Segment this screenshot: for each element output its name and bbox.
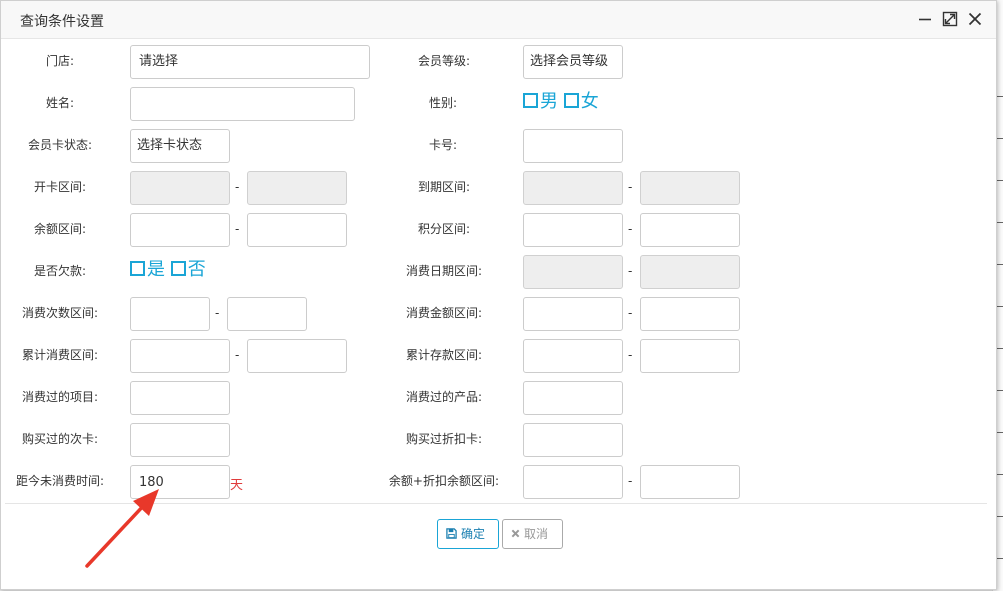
name-label: 姓名: [45, 96, 74, 110]
expire-range-dash: - [628, 180, 633, 194]
consume-date-range-label: 消费日期区间: [405, 264, 482, 278]
in-debt-options: 是 否 [130, 258, 206, 282]
dialog-titlebar[interactable]: 查询条件设置 [1, 1, 996, 39]
gender-male-checkbox[interactable]: 男 [523, 91, 558, 112]
gender-female-label: 女 [580, 91, 599, 112]
balance-discount-range-label: 余额+折扣余额区间: [388, 474, 499, 488]
consume-date-range-dash: - [628, 264, 633, 278]
close-small-icon [511, 529, 520, 538]
confirm-button[interactable]: 确定 [437, 519, 499, 549]
in-debt-yes-checkbox[interactable]: 是 [130, 259, 165, 280]
balance-range-dash: - [235, 222, 240, 236]
gender-female-checkbox[interactable]: 女 [563, 91, 599, 112]
member-level-select[interactable]: 选择会员等级 [523, 45, 623, 79]
store-label: 门店: [45, 54, 74, 68]
total-deposit-range-start-input[interactable] [523, 339, 623, 373]
open-range-dash: - [235, 180, 240, 194]
consume-amount-range-end-input[interactable] [640, 297, 740, 331]
points-range-start-input[interactable] [523, 213, 623, 247]
total-deposit-range-label: 累计存款区间: [405, 348, 482, 362]
consume-amount-range-dash: - [628, 306, 633, 320]
minimize-icon[interactable] [916, 10, 934, 28]
total-consume-range-dash: - [235, 348, 240, 362]
consume-count-range-label: 消费次数区间: [21, 306, 98, 320]
consume-count-range-end-input[interactable] [227, 297, 307, 331]
consume-count-range-dash: - [215, 306, 220, 320]
in-debt-no-checkbox[interactable]: 否 [170, 259, 206, 280]
cancel-button[interactable]: 取消 [502, 519, 563, 549]
total-consume-range-label: 累计消费区间: [21, 348, 98, 362]
consumed-items-input[interactable] [130, 381, 230, 415]
points-range-dash: - [628, 222, 633, 236]
total-consume-range-end-input[interactable] [247, 339, 347, 373]
consume-amount-range-label: 消费金额区间: [405, 306, 482, 320]
consumed-products-input[interactable] [523, 381, 623, 415]
in-debt-no-label: 否 [187, 259, 206, 280]
expire-range-start-input[interactable] [523, 171, 623, 205]
card-status-label: 会员卡状态: [27, 138, 92, 152]
member-level-label: 会员等级: [417, 54, 470, 68]
purchased-count-card-label: 购买过的次卡: [21, 432, 98, 446]
days-since-consume-input[interactable] [130, 465, 230, 499]
gender-male-label: 男 [540, 91, 558, 112]
balance-range-start-input[interactable] [130, 213, 230, 247]
consume-date-range-end-input[interactable] [640, 255, 740, 289]
in-debt-label: 是否欠款: [33, 264, 86, 278]
maximize-icon[interactable] [941, 10, 959, 28]
total-deposit-range-dash: - [628, 348, 633, 362]
purchased-count-card-input[interactable] [130, 423, 230, 457]
days-since-consume-label: 距今未消费时间: [15, 474, 104, 488]
balance-range-end-input[interactable] [247, 213, 347, 247]
in-debt-yes-label: 是 [147, 259, 165, 280]
card-no-label: 卡号: [428, 138, 457, 152]
gender-options: 男 女 [523, 90, 599, 114]
card-no-input[interactable] [523, 129, 623, 163]
expire-range-end-input[interactable] [640, 171, 740, 205]
open-range-start-input[interactable] [130, 171, 230, 205]
consume-date-range-start-input[interactable] [523, 255, 623, 289]
total-consume-range-start-input[interactable] [130, 339, 230, 373]
consumed-products-label: 消费过的产品: [405, 390, 482, 404]
expire-range-label: 到期区间: [417, 180, 470, 194]
footer-divider [5, 503, 987, 504]
consume-count-range-start-input[interactable] [130, 297, 210, 331]
store-select[interactable]: 请选择 [130, 45, 370, 79]
balance-discount-range-start-input[interactable] [523, 465, 623, 499]
open-range-label: 开卡区间: [33, 180, 86, 194]
days-unit-label: 天 [230, 478, 244, 493]
open-range-end-input[interactable] [247, 171, 347, 205]
balance-discount-range-end-input[interactable] [640, 465, 740, 499]
name-input[interactable] [130, 87, 355, 121]
dialog-title: 查询条件设置 [20, 14, 104, 30]
close-icon[interactable] [966, 10, 984, 28]
consume-amount-range-start-input[interactable] [523, 297, 623, 331]
balance-discount-range-dash: - [628, 474, 633, 488]
balance-range-label: 余额区间: [33, 222, 86, 236]
confirm-button-label: 确定 [461, 527, 486, 541]
purchased-discount-card-label: 购买过折扣卡: [405, 432, 482, 446]
cancel-button-label: 取消 [524, 527, 549, 541]
save-icon [446, 528, 457, 539]
consumed-items-label: 消费过的项目: [21, 390, 98, 404]
points-range-label: 积分区间: [417, 222, 470, 236]
gender-label: 性别: [428, 96, 457, 110]
points-range-end-input[interactable] [640, 213, 740, 247]
card-status-select[interactable]: 选择卡状态 [130, 129, 230, 163]
purchased-discount-card-input[interactable] [523, 423, 623, 457]
total-deposit-range-end-input[interactable] [640, 339, 740, 373]
query-conditions-dialog: 查询条件设置 门店: 请选择 会员等级: 选择会员等级 姓名: 性别: 男 女 … [0, 0, 997, 590]
